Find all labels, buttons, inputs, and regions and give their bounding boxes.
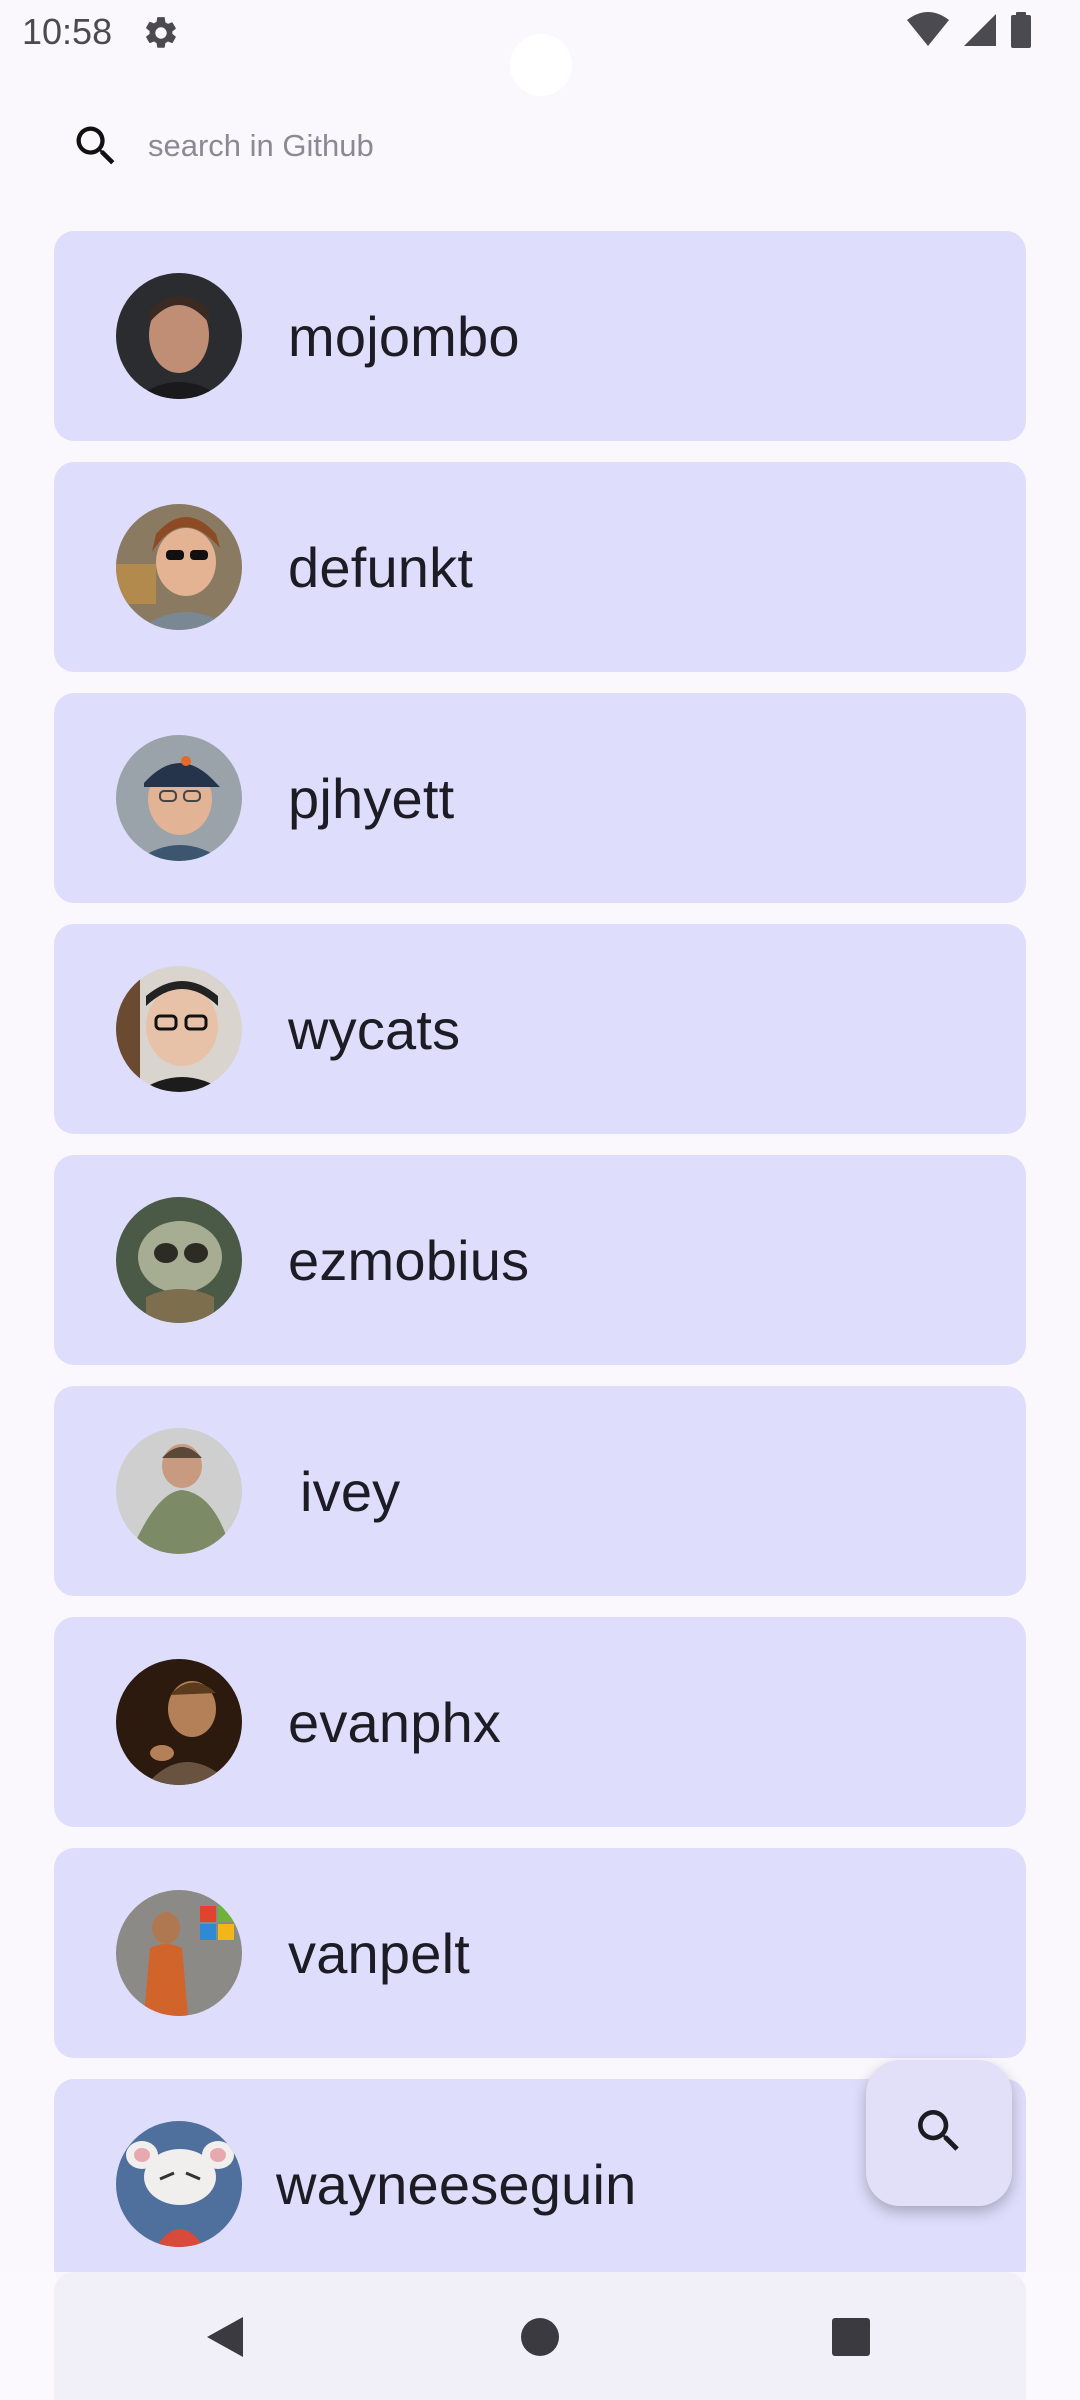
user-login: evanphx — [288, 1690, 502, 1754]
avatar — [116, 966, 242, 1092]
avatar — [116, 735, 242, 861]
user-login: ezmobius — [288, 1228, 530, 1292]
gear-icon — [142, 14, 180, 52]
avatar — [116, 2121, 242, 2247]
battery-icon — [1010, 12, 1032, 53]
search-icon[interactable] — [54, 104, 138, 188]
user-login: mojombo — [288, 304, 520, 368]
status-time: 10:58 — [22, 11, 113, 52]
user-login: vanpelt — [288, 1921, 470, 1985]
user-login: wycats — [288, 997, 461, 1061]
search-fab[interactable] — [866, 2060, 1012, 2206]
navigation-bar — [0, 2272, 1080, 2400]
user-card-evanphx[interactable]: evanphx — [54, 1617, 1026, 1827]
camera-cutout — [510, 34, 572, 96]
avatar — [116, 1890, 242, 2016]
search-input[interactable] — [146, 115, 850, 177]
user-card-mojombo[interactable]: mojombo — [54, 231, 1026, 441]
signal-icon — [962, 12, 998, 53]
user-card-defunkt[interactable]: defunkt — [54, 462, 1026, 672]
recents-icon[interactable] — [826, 2312, 876, 2362]
wifi-icon — [906, 12, 950, 53]
user-list[interactable]: mojombo defunkt pjhyett wycats ezmobius … — [54, 231, 1026, 2310]
user-login: wayneeseguin — [276, 2152, 637, 2216]
back-icon[interactable] — [200, 2312, 250, 2362]
user-login: defunkt — [288, 535, 474, 599]
user-login: pjhyett — [288, 766, 455, 830]
avatar — [116, 504, 242, 630]
user-card-wycats[interactable]: wycats — [54, 924, 1026, 1134]
avatar — [116, 1197, 242, 1323]
user-card-ivey[interactable]: ivey — [54, 1386, 1026, 1596]
avatar — [116, 273, 242, 399]
user-card-vanpelt[interactable]: vanpelt — [54, 1848, 1026, 2058]
search-icon — [911, 2103, 967, 2164]
home-icon[interactable] — [515, 2312, 565, 2362]
screen: 10:58 search in Github mojombo defunkt p… — [0, 0, 1080, 2400]
avatar — [116, 1428, 242, 1554]
user-card-pjhyett[interactable]: pjhyett — [54, 693, 1026, 903]
search-bar[interactable] — [54, 104, 1026, 188]
user-login: ivey — [300, 1459, 401, 1523]
user-card-ezmobius[interactable]: ezmobius — [54, 1155, 1026, 1365]
status-icons — [906, 12, 1032, 53]
avatar — [116, 1659, 242, 1785]
